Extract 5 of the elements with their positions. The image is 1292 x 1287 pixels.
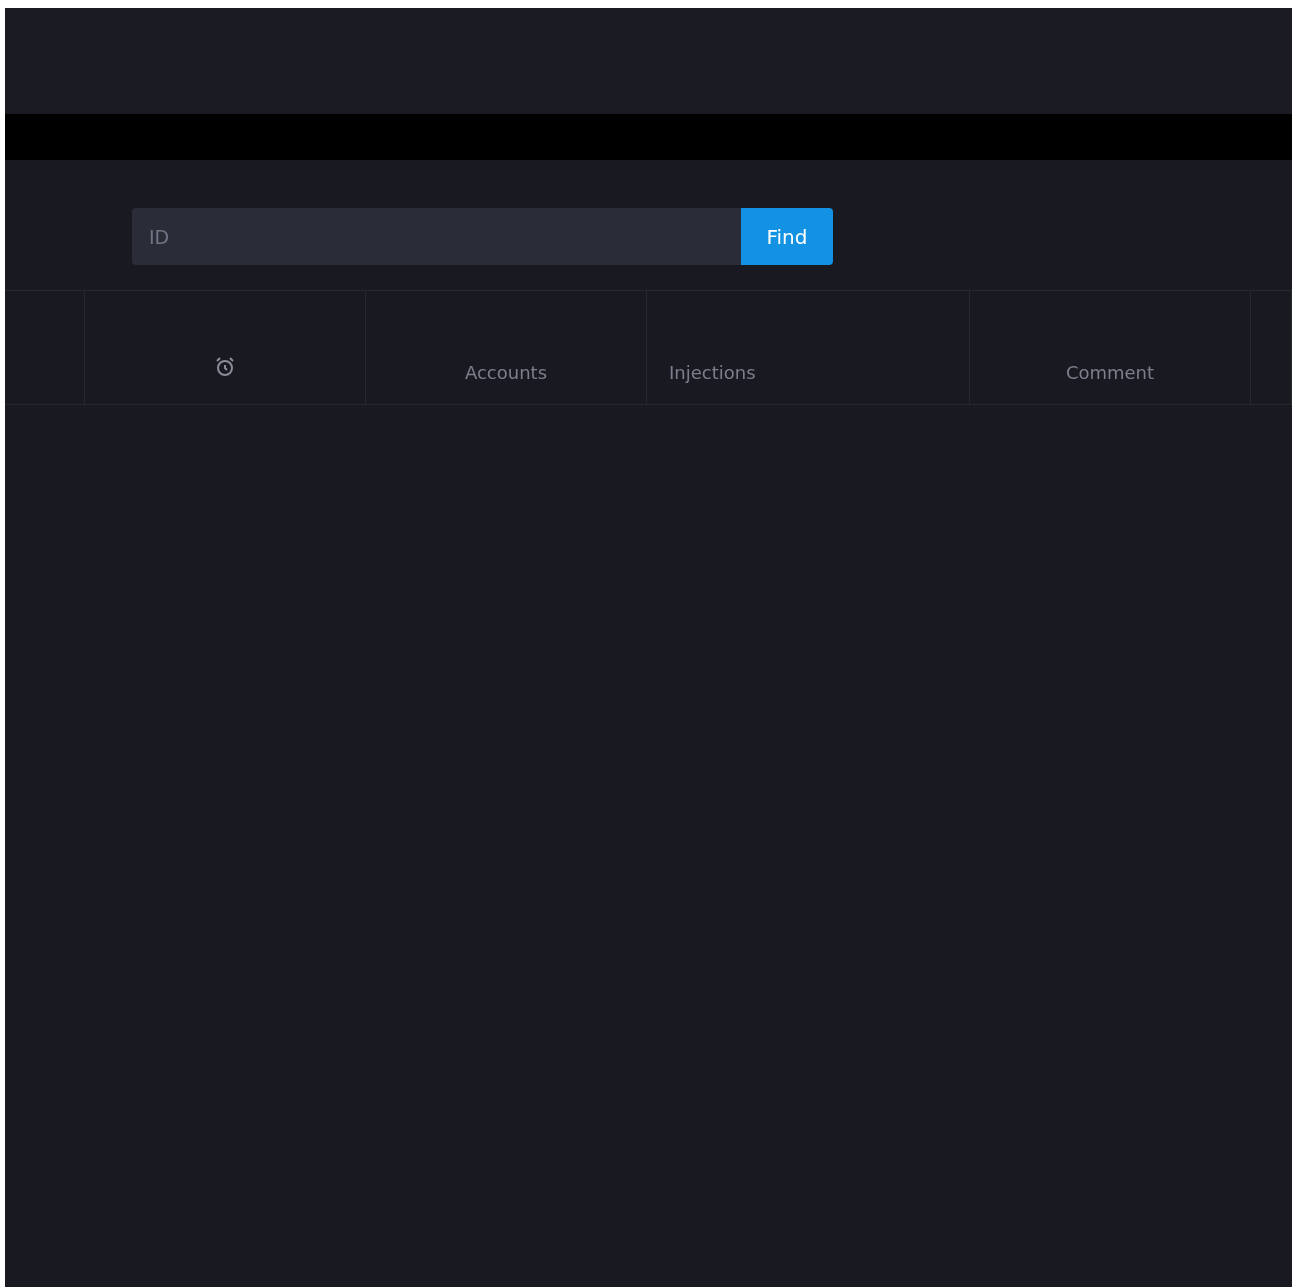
column-header[interactable]: Comment (1065, 362, 1155, 383)
find-button[interactable]: Find (741, 208, 833, 265)
column-header[interactable]: Accounts (464, 362, 548, 383)
id-search-field[interactable]: ID (132, 208, 741, 265)
column-header[interactable]: Injections (669, 362, 756, 383)
